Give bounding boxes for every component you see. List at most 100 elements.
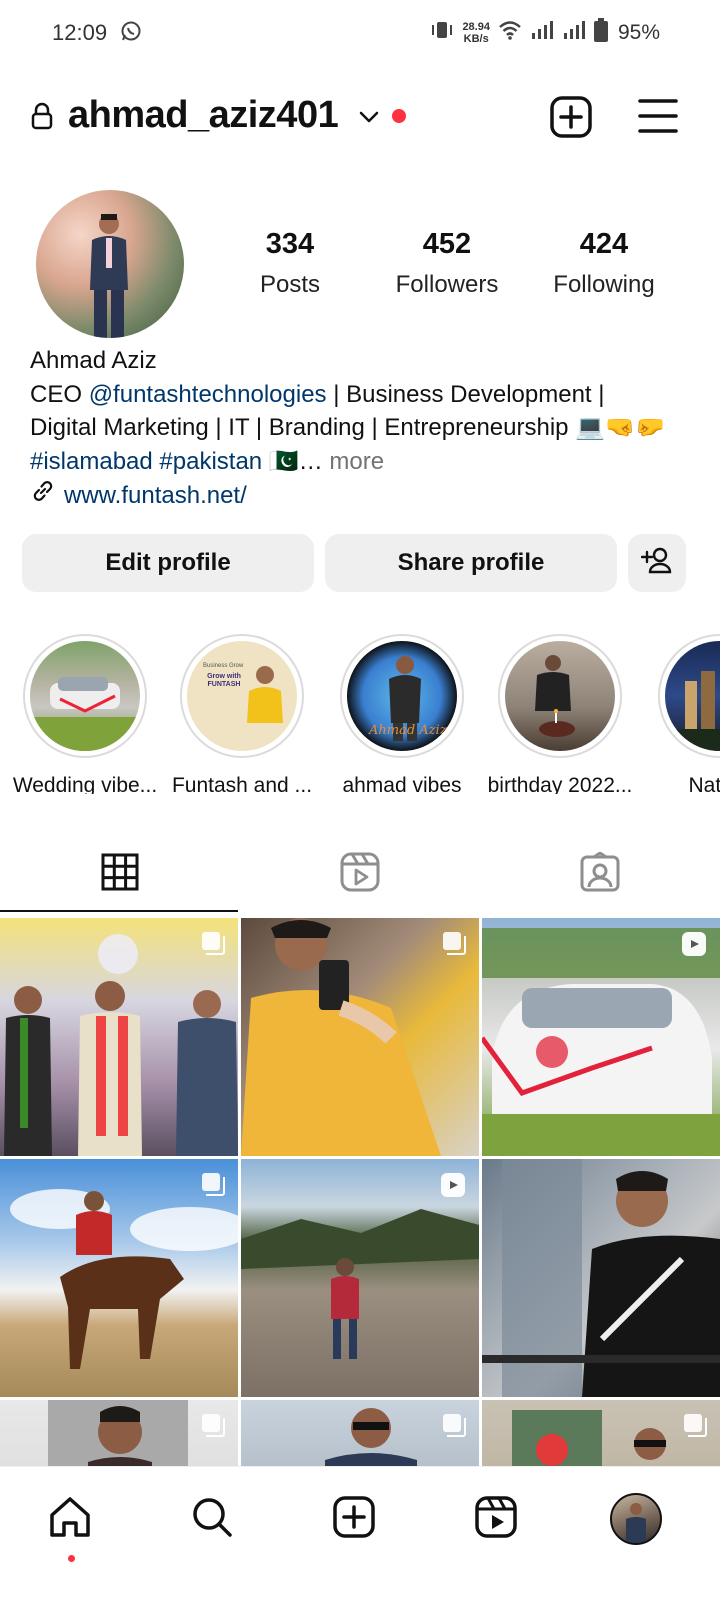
followers-count: 452 xyxy=(422,228,472,260)
signal-icon xyxy=(530,19,554,46)
avatar-person xyxy=(626,1503,646,1543)
notification-dot xyxy=(392,109,406,123)
following-stat[interactable]: 424 Following xyxy=(524,228,684,299)
highlight-label: ahmad vibes xyxy=(342,774,462,794)
battery-icon xyxy=(593,18,608,47)
highlight-ring: Ahmad Aziz xyxy=(340,634,464,758)
active-tab-indicator xyxy=(0,910,238,912)
followers-label: Followers xyxy=(395,271,499,298)
post-image xyxy=(482,1159,720,1397)
post-thumbnail[interactable] xyxy=(241,1159,479,1397)
more-link[interactable]: more xyxy=(323,448,384,475)
signal-icon-2 xyxy=(562,19,586,46)
post-thumbnail[interactable] xyxy=(241,918,479,1156)
add-person-button[interactable] xyxy=(628,534,686,592)
post-thumbnail[interactable] xyxy=(0,1400,238,1470)
profile-avatar[interactable] xyxy=(36,190,184,338)
following-count: 424 xyxy=(579,228,629,260)
status-bar: 12:09 28.94 KB/s 95% xyxy=(0,0,720,66)
posts-grid xyxy=(0,914,720,1470)
wifi-icon xyxy=(498,19,522,46)
highlight-ring xyxy=(23,634,147,758)
home-icon xyxy=(48,1495,92,1544)
followers-stat[interactable]: 452 Followers xyxy=(367,228,527,299)
website-link[interactable]: www.funtash.net/ xyxy=(30,478,700,514)
tab-reels[interactable] xyxy=(240,836,480,912)
highlight-item[interactable]: birthday 2022... xyxy=(485,634,635,794)
speed-unit: KB/s xyxy=(463,32,489,45)
post-thumbnail[interactable] xyxy=(482,1159,720,1397)
profile-tabs xyxy=(0,836,720,912)
tagged-icon xyxy=(580,850,620,897)
share-profile-button[interactable]: Share profile xyxy=(325,534,617,592)
following-label: Following xyxy=(553,271,655,298)
reels-nav-icon xyxy=(474,1495,518,1544)
poster-person xyxy=(247,666,283,723)
posts-stat[interactable]: 334 Posts xyxy=(210,228,370,299)
birthday-image xyxy=(535,655,575,737)
highlight-item[interactable]: Nature xyxy=(645,634,720,794)
highlight-label: Wedding vibe... xyxy=(12,774,158,794)
carousel-icon xyxy=(200,1171,226,1202)
reel-icon xyxy=(680,930,708,963)
post-thumbnail[interactable] xyxy=(482,1400,720,1470)
home-notification-dot xyxy=(68,1555,75,1562)
bio-hashtags[interactable]: #islamabad #pakistan xyxy=(30,448,262,475)
post-thumbnail[interactable] xyxy=(482,918,720,1156)
status-time: 12:09 xyxy=(52,20,108,45)
battery-percent: 95% xyxy=(617,20,660,44)
nav-create[interactable] xyxy=(324,1489,384,1549)
highlight-item[interactable]: Ahmad Aziz ahmad vibes xyxy=(327,634,477,794)
profile-bio: Ahmad Aziz CEO @funtashtechnologies | Bu… xyxy=(30,344,700,514)
highlight-ring: Business Grow Grow with FUNTASH xyxy=(180,634,304,758)
status-indicators: 28.94 KB/s 95% xyxy=(430,18,660,47)
highlight-cover xyxy=(665,641,720,751)
bio-line-2: Digital Marketing | IT | Branding | Entr… xyxy=(30,414,665,441)
profile-header: ahmad_aziz401 xyxy=(0,80,720,156)
highlight-item[interactable]: Wedding vibe... xyxy=(10,634,160,794)
posts-count: 334 xyxy=(265,228,315,260)
nav-reels[interactable] xyxy=(466,1489,526,1549)
highlight-cover xyxy=(505,641,615,751)
vibrate-icon xyxy=(430,19,454,46)
nav-profile[interactable] xyxy=(606,1489,666,1549)
profile-photo xyxy=(90,214,128,338)
edit-profile-button[interactable]: Edit profile xyxy=(22,534,314,592)
whatsapp-icon xyxy=(120,20,142,47)
display-name: Ahmad Aziz xyxy=(30,347,157,374)
carousel-icon xyxy=(200,930,226,961)
highlight-item[interactable]: Business Grow Grow with FUNTASH Funtash … xyxy=(167,634,317,794)
lock-icon xyxy=(30,102,54,135)
carousel-icon xyxy=(200,1412,226,1443)
tab-tagged[interactable] xyxy=(480,836,720,912)
create-icon[interactable] xyxy=(550,96,592,143)
chevron-down-icon[interactable] xyxy=(358,110,380,129)
menu-icon[interactable] xyxy=(638,98,678,139)
grid-icon xyxy=(101,853,139,896)
website-url: www.funtash.net/ xyxy=(64,482,247,509)
bio-prefix: CEO xyxy=(30,380,89,408)
posts-label: Posts xyxy=(259,271,321,298)
link-icon xyxy=(30,478,56,514)
bottom-navigation xyxy=(0,1466,720,1600)
username[interactable]: ahmad_aziz401 xyxy=(68,94,339,137)
search-icon xyxy=(190,1495,234,1544)
carousel-icon xyxy=(441,1412,467,1443)
signature-text: Ahmad Aziz xyxy=(369,723,447,738)
nav-home[interactable] xyxy=(40,1489,100,1549)
tab-posts-grid[interactable] xyxy=(0,836,240,912)
add-person-icon xyxy=(640,546,673,581)
create-post-icon xyxy=(332,1495,376,1544)
post-thumbnail[interactable] xyxy=(0,1159,238,1397)
highlight-ring xyxy=(658,634,720,758)
story-highlights: Wedding vibe... Business Grow Grow with … xyxy=(0,634,720,794)
bio-mention-link[interactable]: @funtashtechnologies xyxy=(89,381,327,408)
post-thumbnail[interactable] xyxy=(0,918,238,1156)
highlight-cover: Ahmad Aziz xyxy=(347,641,457,751)
network-speed: 28.94 KB/s xyxy=(462,21,490,45)
post-thumbnail[interactable] xyxy=(241,1400,479,1470)
highlight-cover xyxy=(30,641,140,751)
nav-search[interactable] xyxy=(182,1489,242,1549)
profile-avatar-small xyxy=(610,1493,662,1545)
nature-image xyxy=(665,671,720,751)
